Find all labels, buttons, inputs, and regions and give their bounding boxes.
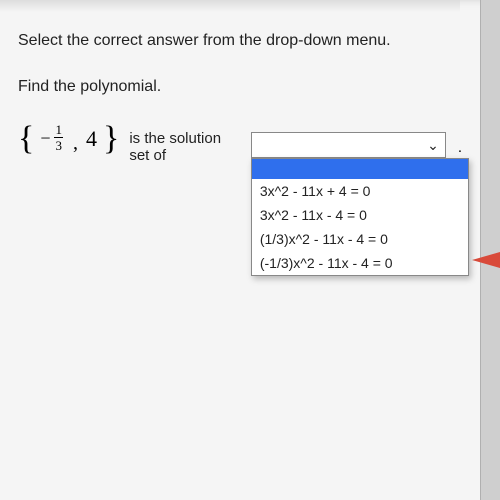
subprompt-text: Find the polynomial.	[18, 78, 462, 96]
top-shadow	[0, 0, 460, 12]
dropdown-option-blank[interactable]	[252, 159, 468, 179]
arrow-left-icon	[472, 252, 500, 268]
dropdown-option-3[interactable]: (1/3)x^2 - 11x - 4 = 0	[252, 227, 468, 251]
set-comma: ,	[73, 132, 78, 155]
negative-sign: −	[40, 128, 50, 149]
instruction-text: Select the correct answer from the drop-…	[18, 32, 462, 50]
left-brace: {	[18, 122, 34, 156]
question-page: Select the correct answer from the drop-…	[0, 0, 480, 500]
dropdown-options-list: 3x^2 - 11x + 4 = 0 3x^2 - 11x - 4 = 0 (1…	[251, 158, 469, 276]
fraction-denominator: 3	[55, 138, 62, 152]
dropdown-option-1[interactable]: 3x^2 - 11x + 4 = 0	[252, 179, 468, 203]
fraction-numerator: 1	[54, 123, 63, 138]
right-brace: }	[103, 122, 119, 156]
dropdown-option-2[interactable]: 3x^2 - 11x - 4 = 0	[252, 203, 468, 227]
solution-label: is the solution set of	[129, 130, 239, 164]
annotation-arrow	[472, 252, 500, 268]
dropdown-selected[interactable]: ⌄	[251, 132, 446, 158]
dropdown-option-4[interactable]: (-1/3)x^2 - 11x - 4 = 0	[252, 251, 468, 275]
sentence-period: .	[458, 139, 462, 156]
chevron-down-icon: ⌄	[427, 138, 439, 152]
answer-dropdown[interactable]: ⌄ 3x^2 - 11x + 4 = 0 3x^2 - 11x - 4 = 0 …	[251, 132, 446, 158]
page-right-margin	[480, 0, 500, 500]
fraction-one-third: 1 3	[54, 123, 63, 152]
equation-row: { − 1 3 , 4 } is the solution set of ⌄ 3…	[18, 122, 462, 156]
set-second-element: 4	[86, 126, 97, 152]
